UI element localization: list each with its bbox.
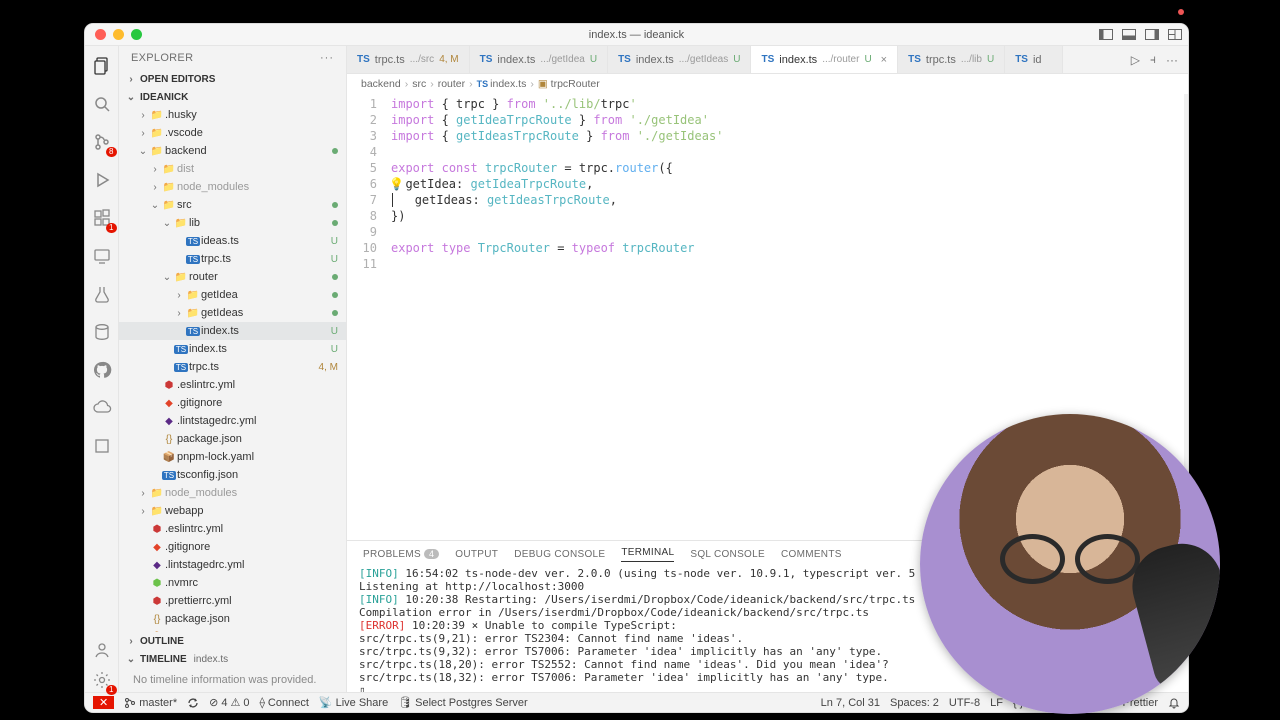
panel-tab[interactable]: SQL CONSOLE — [690, 549, 765, 560]
tree-item[interactable]: ›📁webapp — [119, 502, 346, 520]
connect-button[interactable]: ⟠ Connect — [259, 696, 308, 709]
remote-icon[interactable] — [90, 244, 114, 268]
timeline-empty: No timeline information was provided. — [119, 668, 346, 692]
tree-item[interactable]: ◆.lintstagedrc.yml — [119, 556, 346, 574]
extensions-badge: 1 — [106, 223, 116, 233]
panel-tab[interactable]: OUTPUT — [455, 549, 498, 560]
panel-toggle-right-icon[interactable] — [1144, 27, 1159, 42]
problems-count[interactable]: ⊘ 4 ⚠ 0 — [209, 696, 249, 709]
explorer-title: EXPLORER — [131, 52, 193, 64]
tree-item[interactable]: ›📁.vscode — [119, 124, 346, 142]
close-tab-icon[interactable]: × — [881, 54, 887, 66]
breadcrumb-item[interactable]: TSindex.ts — [477, 78, 527, 90]
tree-item[interactable]: ⌄📁backend — [119, 142, 346, 160]
editor-tab[interactable]: TSindex.ts.../getIdeaU — [470, 46, 608, 73]
breadcrumb-item[interactable]: src — [412, 78, 426, 90]
test-icon[interactable] — [90, 282, 114, 306]
settings-badge: 1 — [106, 685, 116, 695]
file-tree: ›📁.husky›📁.vscode⌄📁backend›📁dist›📁node_m… — [119, 106, 346, 632]
sync-icon[interactable] — [187, 697, 199, 709]
panel-toggle-bottom-icon[interactable] — [1121, 27, 1136, 42]
git-branch[interactable]: master* — [124, 697, 177, 709]
tree-item[interactable]: ›📁.husky — [119, 106, 346, 124]
run-icon[interactable]: ▷ — [1131, 53, 1140, 67]
editor-tab[interactable]: TSid — [1005, 46, 1062, 73]
editor-tab[interactable]: TSindex.ts.../routerU× — [751, 46, 898, 73]
tree-item[interactable]: ›📁node_modules — [119, 178, 346, 196]
bell-icon[interactable] — [1168, 697, 1180, 709]
db-icon[interactable] — [90, 320, 114, 344]
tree-item[interactable]: ›📁node_modules — [119, 484, 346, 502]
cloud-icon[interactable] — [90, 396, 114, 420]
github-icon[interactable] — [90, 358, 114, 382]
open-editors-section[interactable]: ›OPEN EDITORS — [119, 70, 346, 88]
tree-item[interactable]: ◆.lintstagedrc.yml — [119, 412, 346, 430]
more-icon[interactable]: ··· — [320, 52, 334, 64]
tree-item[interactable]: 📦pnpm-lock.yaml — [119, 628, 346, 632]
breadcrumbs[interactable]: backend›src›router›TSindex.ts›▣ trpcRout… — [347, 74, 1188, 94]
tree-item[interactable]: ⬢.prettierrc.yml — [119, 592, 346, 610]
tree-item[interactable]: TSindex.tsU — [119, 322, 346, 340]
layout-icon[interactable] — [1167, 27, 1182, 42]
debug-icon[interactable] — [90, 168, 114, 192]
tree-item[interactable]: {}package.json — [119, 430, 346, 448]
panel-tab[interactable]: COMMENTS — [781, 549, 842, 560]
remote-indicator[interactable]: ✕ — [93, 696, 114, 709]
tree-item[interactable]: TStrpc.tsU — [119, 250, 346, 268]
scm-icon[interactable]: 8 — [90, 130, 114, 154]
tree-item[interactable]: ⌄📁lib — [119, 214, 346, 232]
postgres-button[interactable]: 🛢 Select Postgres Server — [398, 696, 527, 709]
box-icon[interactable] — [90, 434, 114, 458]
tree-item[interactable]: {}package.json — [119, 610, 346, 628]
project-section[interactable]: ⌄IDEANICK — [119, 88, 346, 106]
account-icon[interactable] — [90, 638, 114, 662]
editor-tab[interactable]: TStrpc.ts.../src4, M — [347, 46, 470, 73]
tree-item[interactable]: 📦pnpm-lock.yaml — [119, 448, 346, 466]
tree-item[interactable]: TStsconfig.json — [119, 466, 346, 484]
panel-tab[interactable]: DEBUG CONSOLE — [514, 549, 605, 560]
settings-icon[interactable]: 1 — [90, 668, 114, 692]
tree-item[interactable]: ⬢.nvmrc — [119, 574, 346, 592]
explorer-sidebar: EXPLORER ··· ›OPEN EDITORS ⌄IDEANICK ›📁.… — [119, 46, 347, 692]
tree-item[interactable]: ›📁getIdeas — [119, 304, 346, 322]
breadcrumb-item[interactable]: ▣ trpcRouter — [538, 78, 600, 90]
timeline-section[interactable]: ⌄TIMELINEindex.ts — [119, 650, 346, 668]
extensions-icon[interactable]: 1 — [90, 206, 114, 230]
tree-item[interactable]: ◆.gitignore — [119, 394, 346, 412]
tree-item[interactable]: ⬢.eslintrc.yml — [119, 520, 346, 538]
window-title: index.ts — ideanick — [85, 29, 1188, 41]
outline-section[interactable]: ›OUTLINE — [119, 632, 346, 650]
cursor-position[interactable]: Ln 7, Col 31 — [821, 697, 880, 709]
panel-tab[interactable]: PROBLEMS4 — [363, 549, 439, 560]
panel-toggle-left-icon[interactable] — [1098, 27, 1113, 42]
tree-item[interactable]: ⬢.eslintrc.yml — [119, 376, 346, 394]
titlebar: index.ts — ideanick — [85, 24, 1188, 46]
more-tab-icon[interactable]: ··· — [1166, 53, 1178, 67]
breadcrumb-item[interactable]: router — [438, 78, 465, 90]
breadcrumb-item[interactable]: backend — [361, 78, 401, 90]
search-icon[interactable] — [90, 92, 114, 116]
tree-item[interactable]: ◆.gitignore — [119, 538, 346, 556]
encoding-info[interactable]: UTF-8 — [949, 697, 980, 709]
tree-item[interactable]: ›📁getIdea — [119, 286, 346, 304]
editor-tabs: TStrpc.ts.../src4, MTSindex.ts.../getIde… — [347, 46, 1188, 74]
tree-item[interactable]: TStrpc.ts4, M — [119, 358, 346, 376]
explorer-icon[interactable] — [90, 54, 114, 78]
split-icon[interactable]: ⫞ — [1150, 52, 1156, 67]
tree-item[interactable]: TSideas.tsU — [119, 232, 346, 250]
live-share-button[interactable]: 📡 Live Share — [319, 696, 388, 709]
editor-tab[interactable]: TStrpc.ts.../libU — [898, 46, 1005, 73]
webcam-overlay — [920, 414, 1220, 714]
eol-info[interactable]: LF — [990, 697, 1003, 709]
tree-item[interactable]: ⌄📁src — [119, 196, 346, 214]
editor-tab[interactable]: TSindex.ts.../getIdeasU — [608, 46, 751, 73]
indent-info[interactable]: Spaces: 2 — [890, 697, 939, 709]
scm-badge: 8 — [106, 147, 116, 157]
tree-item[interactable]: ⌄📁router — [119, 268, 346, 286]
activity-bar: 8 1 1 — [85, 46, 119, 692]
panel-tab[interactable]: TERMINAL — [621, 547, 674, 562]
tree-item[interactable]: TSindex.tsU — [119, 340, 346, 358]
tree-item[interactable]: ›📁dist — [119, 160, 346, 178]
